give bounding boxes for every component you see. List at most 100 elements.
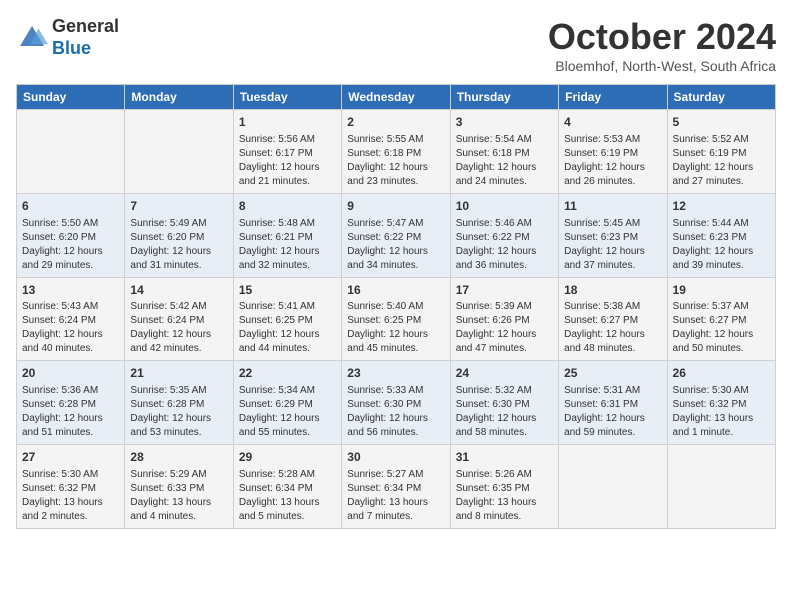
page-header: General Blue October 2024 Bloemhof, Nort…	[16, 16, 776, 74]
day-info: Sunrise: 5:50 AM Sunset: 6:20 PM Dayligh…	[22, 217, 119, 273]
calendar-week-row: 1 Sunrise: 5:56 AM Sunset: 6:17 PM Daylig…	[17, 110, 776, 194]
calendar-day-19: 19Sunrise: 5:37 AM Sunset: 6:27 PM Dayli…	[667, 277, 775, 361]
day-number: 22	[239, 365, 336, 382]
calendar-day-17: 17Sunrise: 5:39 AM Sunset: 6:26 PM Dayli…	[450, 277, 558, 361]
calendar-day-20: 20 Sunrise: 5:36 AM Sunset: 6:28 PM Dayli…	[17, 361, 125, 445]
day-info: Sunrise: 5:46 AM Sunset: 6:22 PM Dayligh…	[456, 217, 553, 273]
calendar-day-23: 23Sunrise: 5:33 AM Sunset: 6:30 PM Dayli…	[342, 361, 450, 445]
calendar-empty-cell	[667, 445, 775, 529]
day-number: 18	[564, 282, 661, 299]
day-info: Sunrise: 5:52 AM Sunset: 6:19 PM Dayligh…	[673, 133, 770, 189]
day-number: 6	[22, 198, 119, 215]
calendar-day-12: 12Sunrise: 5:44 AM Sunset: 6:23 PM Dayli…	[667, 193, 775, 277]
calendar-day-4: 4 Sunrise: 5:53 AM Sunset: 6:19 PM Daylig…	[559, 110, 667, 194]
day-info: Sunrise: 5:41 AM Sunset: 6:25 PM Dayligh…	[239, 300, 336, 356]
logo: General Blue	[16, 16, 119, 59]
day-number: 17	[456, 282, 553, 299]
calendar-day-29: 29 Sunrise: 5:28 AM Sunset: 6:34 PM Dayli…	[233, 445, 341, 529]
day-info: Sunrise: 5:44 AM Sunset: 6:23 PM Dayligh…	[673, 217, 770, 273]
day-info: Sunrise: 5:53 AM Sunset: 6:19 PM Dayligh…	[564, 133, 661, 189]
day-number: 5	[673, 114, 770, 131]
calendar-week-row: 20 Sunrise: 5:36 AM Sunset: 6:28 PM Dayli…	[17, 361, 776, 445]
day-number: 19	[673, 282, 770, 299]
day-info: Sunrise: 5:29 AM Sunset: 6:33 PM Dayligh…	[130, 468, 227, 524]
day-info: Sunrise: 5:34 AM Sunset: 6:29 PM Dayligh…	[239, 384, 336, 440]
day-info: Sunrise: 5:40 AM Sunset: 6:25 PM Dayligh…	[347, 300, 444, 356]
day-info: Sunrise: 5:37 AM Sunset: 6:27 PM Dayligh…	[673, 300, 770, 356]
calendar-day-22: 22 Sunrise: 5:34 AM Sunset: 6:29 PM Dayli…	[233, 361, 341, 445]
calendar-day-31: 31Sunrise: 5:26 AM Sunset: 6:35 PM Dayli…	[450, 445, 558, 529]
calendar-day-2: 2 Sunrise: 5:55 AM Sunset: 6:18 PM Daylig…	[342, 110, 450, 194]
day-number: 24	[456, 365, 553, 382]
calendar-day-10: 10Sunrise: 5:46 AM Sunset: 6:22 PM Dayli…	[450, 193, 558, 277]
logo-general-text: General	[52, 16, 119, 36]
calendar-empty-cell	[17, 110, 125, 194]
day-number: 21	[130, 365, 227, 382]
calendar-week-row: 27Sunrise: 5:30 AM Sunset: 6:32 PM Dayli…	[17, 445, 776, 529]
calendar-day-26: 26 Sunrise: 5:30 AM Sunset: 6:32 PM Dayli…	[667, 361, 775, 445]
calendar-week-row: 6 Sunrise: 5:50 AM Sunset: 6:20 PM Daylig…	[17, 193, 776, 277]
month-title: October 2024	[548, 16, 776, 58]
calendar-empty-cell	[125, 110, 233, 194]
calendar-day-18: 18Sunrise: 5:38 AM Sunset: 6:27 PM Dayli…	[559, 277, 667, 361]
day-info: Sunrise: 5:27 AM Sunset: 6:34 PM Dayligh…	[347, 468, 444, 524]
day-info: Sunrise: 5:38 AM Sunset: 6:27 PM Dayligh…	[564, 300, 661, 356]
day-number: 11	[564, 198, 661, 215]
logo-icon	[16, 22, 48, 54]
day-number: 9	[347, 198, 444, 215]
day-number: 13	[22, 282, 119, 299]
day-info: Sunrise: 5:43 AM Sunset: 6:24 PM Dayligh…	[22, 300, 119, 356]
calendar-day-1: 1 Sunrise: 5:56 AM Sunset: 6:17 PM Daylig…	[233, 110, 341, 194]
location-subtitle: Bloemhof, North-West, South Africa	[548, 58, 776, 74]
calendar-empty-cell	[559, 445, 667, 529]
calendar-day-27: 27Sunrise: 5:30 AM Sunset: 6:32 PM Dayli…	[17, 445, 125, 529]
calendar-week-row: 13Sunrise: 5:43 AM Sunset: 6:24 PM Dayli…	[17, 277, 776, 361]
day-number: 26	[673, 365, 770, 382]
calendar-day-28: 28Sunrise: 5:29 AM Sunset: 6:33 PM Dayli…	[125, 445, 233, 529]
calendar-day-3: 3Sunrise: 5:54 AM Sunset: 6:18 PM Daylig…	[450, 110, 558, 194]
day-number: 4	[564, 114, 661, 131]
day-info: Sunrise: 5:48 AM Sunset: 6:21 PM Dayligh…	[239, 217, 336, 273]
day-info: Sunrise: 5:30 AM Sunset: 6:32 PM Dayligh…	[673, 384, 770, 440]
day-info: Sunrise: 5:36 AM Sunset: 6:28 PM Dayligh…	[22, 384, 119, 440]
calendar-day-13: 13Sunrise: 5:43 AM Sunset: 6:24 PM Dayli…	[17, 277, 125, 361]
day-number: 8	[239, 198, 336, 215]
day-info: Sunrise: 5:45 AM Sunset: 6:23 PM Dayligh…	[564, 217, 661, 273]
weekday-header-row: SundayMondayTuesdayWednesdayThursdayFrid…	[17, 85, 776, 110]
day-number: 27	[22, 449, 119, 466]
calendar-day-6: 6 Sunrise: 5:50 AM Sunset: 6:20 PM Daylig…	[17, 193, 125, 277]
day-number: 25	[564, 365, 661, 382]
calendar-day-14: 14Sunrise: 5:42 AM Sunset: 6:24 PM Dayli…	[125, 277, 233, 361]
day-number: 30	[347, 449, 444, 466]
day-info: Sunrise: 5:56 AM Sunset: 6:17 PM Dayligh…	[239, 133, 336, 189]
day-info: Sunrise: 5:28 AM Sunset: 6:34 PM Dayligh…	[239, 468, 336, 524]
weekday-header-sunday: Sunday	[17, 85, 125, 110]
day-number: 1	[239, 114, 336, 131]
day-number: 7	[130, 198, 227, 215]
calendar-day-21: 21 Sunrise: 5:35 AM Sunset: 6:28 PM Dayli…	[125, 361, 233, 445]
day-info: Sunrise: 5:31 AM Sunset: 6:31 PM Dayligh…	[564, 384, 661, 440]
day-info: Sunrise: 5:39 AM Sunset: 6:26 PM Dayligh…	[456, 300, 553, 356]
calendar-day-11: 11 Sunrise: 5:45 AM Sunset: 6:23 PM Dayli…	[559, 193, 667, 277]
calendar-day-25: 25 Sunrise: 5:31 AM Sunset: 6:31 PM Dayli…	[559, 361, 667, 445]
day-number: 31	[456, 449, 553, 466]
calendar-day-24: 24Sunrise: 5:32 AM Sunset: 6:30 PM Dayli…	[450, 361, 558, 445]
day-number: 2	[347, 114, 444, 131]
weekday-header-friday: Friday	[559, 85, 667, 110]
calendar-day-7: 7 Sunrise: 5:49 AM Sunset: 6:20 PM Daylig…	[125, 193, 233, 277]
weekday-header-monday: Monday	[125, 85, 233, 110]
day-info: Sunrise: 5:35 AM Sunset: 6:28 PM Dayligh…	[130, 384, 227, 440]
day-number: 20	[22, 365, 119, 382]
day-number: 29	[239, 449, 336, 466]
day-info: Sunrise: 5:55 AM Sunset: 6:18 PM Dayligh…	[347, 133, 444, 189]
calendar-day-16: 16Sunrise: 5:40 AM Sunset: 6:25 PM Dayli…	[342, 277, 450, 361]
day-number: 3	[456, 114, 553, 131]
day-info: Sunrise: 5:49 AM Sunset: 6:20 PM Dayligh…	[130, 217, 227, 273]
weekday-header-tuesday: Tuesday	[233, 85, 341, 110]
day-number: 15	[239, 282, 336, 299]
calendar-day-9: 9 Sunrise: 5:47 AM Sunset: 6:22 PM Daylig…	[342, 193, 450, 277]
calendar-day-15: 15Sunrise: 5:41 AM Sunset: 6:25 PM Dayli…	[233, 277, 341, 361]
day-info: Sunrise: 5:47 AM Sunset: 6:22 PM Dayligh…	[347, 217, 444, 273]
calendar-day-30: 30 Sunrise: 5:27 AM Sunset: 6:34 PM Dayli…	[342, 445, 450, 529]
weekday-header-wednesday: Wednesday	[342, 85, 450, 110]
